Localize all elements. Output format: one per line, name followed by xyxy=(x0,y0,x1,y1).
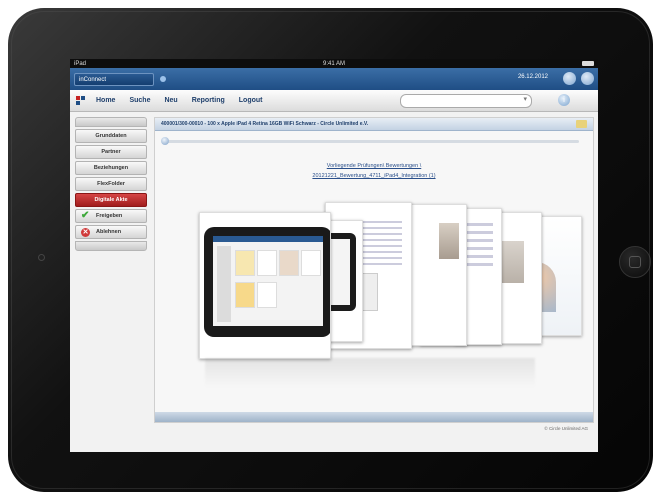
document-page[interactable] xyxy=(199,212,331,359)
sidebar-header xyxy=(75,117,147,127)
sidebar-footer xyxy=(75,241,147,251)
coverflow-reflection xyxy=(205,358,535,388)
approve-label: Freigeben xyxy=(96,213,123,219)
sidebar-item-beziehungen[interactable]: Beziehungen xyxy=(75,161,147,175)
document-path-link[interactable]: Vorliegende Prüfungen\ Bewertungen \ xyxy=(155,163,593,169)
reject-label: Ablehnen xyxy=(96,229,122,235)
status-bar: iPad 9:41 AM xyxy=(70,59,598,68)
menu-reporting[interactable]: Reporting xyxy=(192,97,225,104)
document-panel: 400001/300-00010 - 100 x Apple iPad 4 Re… xyxy=(154,117,594,423)
page-slider[interactable] xyxy=(161,137,579,145)
slider-handle[interactable] xyxy=(161,137,169,145)
camera-icon xyxy=(38,254,45,261)
clock: 9:41 AM xyxy=(323,60,346,67)
search-input[interactable] xyxy=(400,94,532,108)
reject-icon: ✕ xyxy=(81,227,90,237)
panel-footer-bar xyxy=(155,412,593,422)
document-file-link[interactable]: 20121221_Bewertung_4711_iPad4_Integratio… xyxy=(155,173,593,179)
carrier-label: iPad xyxy=(74,60,87,67)
sidebar-item-grunddaten[interactable]: Grunddaten xyxy=(75,129,147,143)
sidebar-item-flexfolder[interactable]: FlexFolder xyxy=(75,177,147,191)
folder-icon[interactable] xyxy=(576,120,587,128)
page-title: 400001/300-00010 - 100 x Apple iPad 4 Re… xyxy=(155,118,593,131)
check-icon: ✔ xyxy=(81,210,90,221)
app-selector[interactable]: inConnect xyxy=(74,72,154,86)
menu-suche[interactable]: Suche xyxy=(129,97,150,104)
sidebar-item-digitale-akte[interactable]: Digitale Akte xyxy=(75,193,147,207)
copyright-text: © Circle Unlimited AG xyxy=(544,426,588,431)
menu-logout[interactable]: Logout xyxy=(239,97,263,104)
main-menu: Home Suche Neu Reporting Logout i xyxy=(70,90,598,112)
selector-info-icon[interactable] xyxy=(160,76,166,82)
app-header: inConnect 26.12.2012 xyxy=(70,68,598,90)
battery-icon xyxy=(582,61,594,66)
menu-neu[interactable]: Neu xyxy=(164,97,177,104)
record-title: 400001/300-00010 - 100 x Apple iPad 4 Re… xyxy=(161,121,369,127)
app-screen: iPad 9:41 AM inConnect 26.12.2012 Home S… xyxy=(70,59,598,452)
sidebar-item-partner[interactable]: Partner xyxy=(75,145,147,159)
home-button[interactable] xyxy=(619,246,651,278)
help-icon[interactable] xyxy=(581,72,594,85)
header-date: 26.12.2012 xyxy=(517,74,548,80)
menu-home[interactable]: Home xyxy=(96,97,115,104)
info-icon[interactable]: i xyxy=(558,94,570,106)
approve-button[interactable]: ✔ Freigeben xyxy=(75,209,147,223)
logo-icon xyxy=(76,95,84,106)
reject-button[interactable]: ✕ Ablehnen xyxy=(75,225,147,239)
sidebar: Grunddaten Partner Beziehungen FlexFolde… xyxy=(75,117,147,251)
settings-icon[interactable] xyxy=(563,72,576,85)
document-coverflow[interactable] xyxy=(155,198,593,398)
